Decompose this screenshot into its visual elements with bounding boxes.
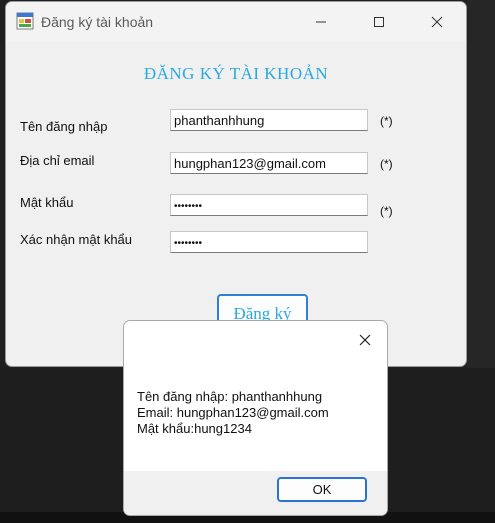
message-line-email: Email: hungphan123@gmail.com	[137, 405, 329, 420]
message-line-username: Tên đăng nhập: phanthanhhung	[137, 389, 323, 404]
password-label: Mật khẩu	[20, 195, 74, 210]
confirm-password-label: Xác nhận mật khẩu	[20, 232, 133, 247]
password-required-mark: (*)	[380, 204, 393, 218]
username-field[interactable]: phanthanhhung	[170, 109, 368, 131]
close-button[interactable]	[408, 2, 466, 42]
form-app-icon	[16, 12, 34, 30]
minimize-icon	[316, 21, 326, 23]
close-icon	[431, 16, 443, 28]
maximize-icon	[374, 17, 384, 27]
form-heading: ĐĂNG KÝ TÀI KHOẢN	[143, 64, 329, 83]
message-text: Tên đăng nhập: phanthanhhung Email: hung…	[137, 389, 329, 437]
username-required-mark: (*)	[380, 114, 393, 128]
email-field[interactable]: hungphan123@gmail.com	[170, 152, 368, 174]
message-box: Tên đăng nhập: phanthanhhung Email: hung…	[123, 320, 388, 516]
confirm-password-field[interactable]: ••••••••	[170, 231, 368, 253]
message-box-footer: OK	[124, 471, 387, 515]
minimize-button[interactable]	[292, 2, 350, 42]
message-line-password: Mật khẩu:hung1234	[137, 421, 252, 436]
register-window: Đăng ký tài khoản ĐĂNG KÝ TÀI KHOẢN Tên …	[5, 1, 467, 367]
close-icon	[359, 334, 371, 346]
password-field[interactable]: ••••••••	[170, 194, 368, 216]
title-bar[interactable]: Đăng ký tài khoản	[6, 2, 466, 42]
ok-button[interactable]: OK	[277, 477, 367, 502]
maximize-button[interactable]	[350, 2, 408, 42]
message-close-button[interactable]	[343, 321, 387, 359]
email-required-mark: (*)	[380, 157, 393, 171]
username-label: Tên đăng nhập	[20, 119, 108, 134]
message-box-title-bar[interactable]	[124, 321, 387, 359]
window-title: Đăng ký tài khoản	[41, 14, 154, 30]
email-label: Địa chỉ email	[20, 153, 95, 168]
